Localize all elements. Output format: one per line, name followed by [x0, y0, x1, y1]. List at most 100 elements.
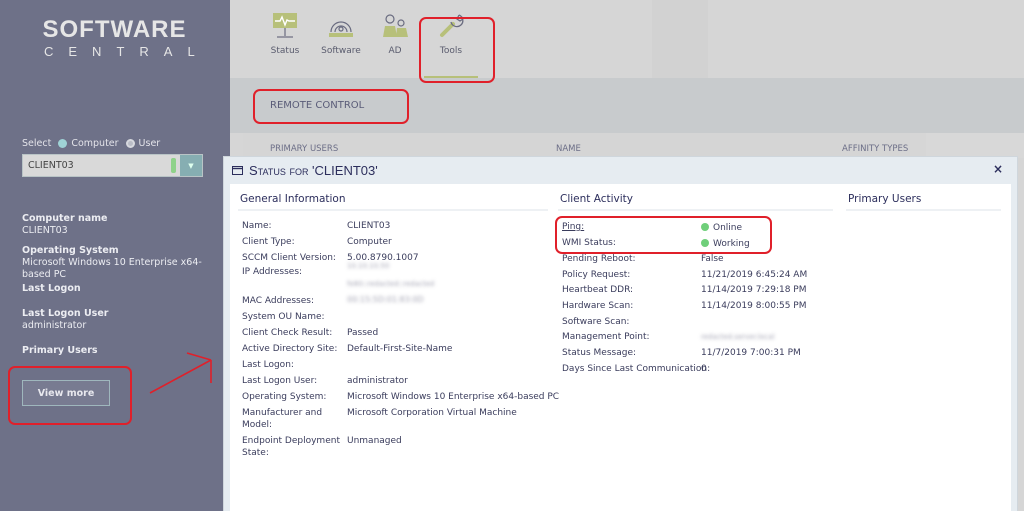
info-label: Last Logon [22, 283, 81, 294]
section-divider [238, 209, 548, 211]
kv-label: SCCM Client Version: [242, 253, 336, 263]
radio-computer[interactable] [58, 139, 68, 148]
kv-value: 0 [701, 364, 707, 374]
nav-tab-tools[interactable]: Tools [424, 12, 478, 79]
modal-body: General Information Name: CLIENT03 Client… [230, 184, 1011, 511]
kv-label: Name: [242, 221, 272, 231]
wrench-icon [440, 14, 464, 37]
info-last-logon-user: Last Logon User administrator [22, 308, 108, 332]
modal-title: Status for 'CLIENT03' [249, 163, 378, 178]
sidebar: SOFTWARE CENTRAL Select Computer User CL… [0, 0, 230, 511]
ping-link[interactable]: Ping: [562, 221, 584, 233]
window-icon [232, 166, 243, 175]
kv-label: Heartbeat DDR: [562, 285, 634, 295]
logo: SOFTWARE CENTRAL [32, 18, 197, 60]
radio-user[interactable] [125, 139, 135, 148]
kv-label: Active Directory Site: [242, 344, 338, 354]
nav-tab-ad[interactable]: AD [368, 12, 422, 56]
nav-label: AD [388, 46, 402, 56]
top-nav: Status Software AD Tools [230, 0, 1024, 79]
logo-sub-text: CENTRAL [44, 44, 210, 59]
kv-value-status: Online [701, 222, 742, 234]
kv-label: Policy Request: [562, 270, 631, 280]
kv-value: CLIENT03 [347, 221, 391, 231]
kv-label: Hardware Scan: [562, 301, 634, 311]
combo-value[interactable]: CLIENT03 [23, 160, 171, 171]
kv-label: WMI Status: [562, 238, 616, 248]
wmi-status: Working [713, 239, 750, 249]
kv-value: 11/14/2019 7:29:18 PM [701, 285, 807, 295]
users-icon [383, 14, 408, 37]
logo-main-text: SOFTWARE [42, 16, 187, 43]
kv-label: Endpoint Deployment State: [242, 436, 340, 458]
info-label: Primary Users [22, 345, 98, 356]
view-more-button[interactable]: View more [22, 380, 110, 406]
ping-status: Online [713, 223, 743, 233]
close-icon[interactable]: × [993, 162, 1003, 176]
radio-user-label[interactable]: User [139, 138, 161, 149]
active-tab-background [652, 0, 708, 78]
section-divider [846, 209, 1001, 211]
status-modal: Status for 'CLIENT03' × General Informat… [223, 156, 1018, 511]
kv-value: Microsoft Windows 10 Enterprise x64-base… [347, 392, 560, 402]
info-primary-users: Primary Users [22, 345, 98, 357]
kv-label: Management Point: [562, 332, 650, 342]
disc-icon [329, 21, 353, 37]
info-value: Microsoft Windows 10 Enterprise x64-base… [22, 257, 202, 280]
computer-combo[interactable]: CLIENT03 ▼ [22, 154, 203, 177]
kv-label: Last Logon: [242, 360, 294, 370]
nav-tab-software[interactable]: Software [314, 12, 368, 56]
info-operating-system: Operating System Microsoft Windows 10 En… [22, 245, 230, 281]
kv-value-status: Working [701, 238, 750, 250]
select-target-row: Select Computer User [22, 138, 160, 149]
info-label: Computer name [22, 213, 108, 224]
nav-tab-status[interactable]: Status [258, 12, 312, 56]
kv-label: Client Type: [242, 237, 295, 247]
select-label: Select [22, 138, 52, 149]
kv-value: False [701, 254, 724, 264]
section-title-general: General Information [240, 193, 346, 205]
kv-label: Manufacturer and Model: [242, 408, 323, 430]
grid-header: PRIMARY USERS NAME AFFINITY TYPES [243, 133, 910, 158]
section-divider [558, 209, 833, 211]
general-info-list: Name: CLIENT03 Client Type: Computer SCCM … [242, 220, 559, 460]
chevron-down-icon: ▼ [188, 161, 194, 170]
kv-label: IP Addresses: [242, 267, 303, 277]
status-dot-online [701, 223, 709, 231]
remote-control-button[interactable]: REMOTE CONTROL [270, 100, 364, 111]
kv-label: Status Message: [562, 348, 637, 358]
kv-value: 11/7/2019 7:00:31 PM [701, 348, 801, 358]
kv-value: 11/14/2019 8:00:55 PM [701, 301, 807, 311]
annotation-arrow-icon [149, 352, 212, 394]
kv-label: MAC Addresses: [242, 296, 315, 306]
info-value: administrator [22, 320, 87, 331]
radio-computer-label[interactable]: Computer [71, 138, 118, 149]
combo-dropdown-button[interactable]: ▼ [180, 155, 202, 176]
kv-value: 11/21/2019 6:45:24 AM [701, 270, 808, 280]
kv-label: Client Check Result: [242, 328, 333, 338]
kv-value: Computer [347, 237, 392, 247]
column-header-name[interactable]: NAME [556, 144, 581, 154]
grid-side-panel [926, 133, 1024, 158]
info-label: Last Logon User [22, 308, 109, 319]
column-header-primary-users[interactable]: PRIMARY USERS [270, 144, 338, 154]
column-header-affinity-types[interactable]: AFFINITY TYPES [842, 144, 908, 154]
modal-title-bar: Status for 'CLIENT03' [232, 163, 378, 178]
kv-value-redacted: 10.10.10.50 [347, 262, 390, 270]
info-value: CLIENT03 [22, 225, 68, 236]
client-activity-list: Ping: Online WMI Status: Working Pending R… [562, 221, 842, 381]
info-computer-name: Computer name CLIENT03 [22, 213, 107, 237]
nav-label: Software [321, 46, 361, 56]
status-dot-working [701, 239, 709, 247]
kv-value: administrator [347, 376, 408, 386]
info-label: Operating System [22, 245, 119, 256]
kv-value: Unmanaged [347, 436, 402, 446]
kv-value: Default-First-Site-Name [347, 344, 453, 354]
section-title-client-activity: Client Activity [560, 193, 634, 205]
nav-label: Tools [439, 46, 463, 56]
monitor-pulse-icon [273, 13, 297, 38]
kv-label: Operating System: [242, 392, 327, 402]
nav-label: Status [270, 46, 300, 56]
kv-value-redacted: fe80::redacted::redacted [347, 280, 435, 288]
kv-value-redacted: 00:15:5D:01:83:0D [347, 295, 424, 304]
